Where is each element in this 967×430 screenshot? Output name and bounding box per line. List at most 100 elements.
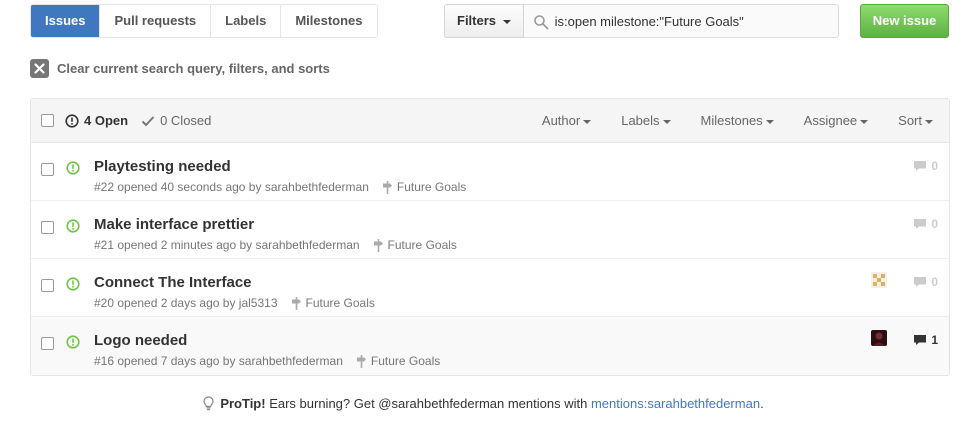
milestones-filter[interactable]: Milestones bbox=[701, 113, 774, 128]
new-issue-button[interactable]: New issue bbox=[860, 4, 949, 38]
issue-opened-info: #20 opened 2 days ago by bbox=[94, 296, 236, 310]
issue-title[interactable]: Logo needed bbox=[94, 332, 187, 349]
tab-pull-requests[interactable]: Pull requests bbox=[99, 5, 211, 37]
issue-meta: #22 opened 40 seconds ago by sarahbethfe… bbox=[94, 180, 466, 194]
issue-comments[interactable]: 1 bbox=[913, 333, 938, 347]
issue-comments[interactable]: 0 bbox=[913, 159, 938, 173]
comment-count: 0 bbox=[931, 159, 938, 173]
tab-milestones[interactable]: Milestones bbox=[280, 5, 377, 37]
assignee-filter[interactable]: Assignee bbox=[803, 113, 869, 128]
issue-milestone-link[interactable]: Future Goals bbox=[356, 354, 441, 368]
issue-opened-icon bbox=[65, 113, 79, 128]
issue-opened-icon bbox=[66, 161, 80, 175]
light-bulb-icon bbox=[203, 396, 214, 411]
issue-checkbox[interactable] bbox=[41, 221, 54, 234]
sort-menu[interactable]: Sort bbox=[898, 113, 933, 128]
issue-meta: #21 opened 2 minutes ago by sarahbethfed… bbox=[94, 238, 457, 252]
issue-milestone-label: Future Goals bbox=[370, 354, 441, 368]
issue-title[interactable]: Connect The Interface bbox=[94, 274, 252, 291]
issue-row: Logo needed #16 opened 7 days ago by sar… bbox=[31, 317, 949, 375]
table-header: 4 Open 0 Closed Author Labels Milestones… bbox=[31, 99, 949, 143]
chevron-down-icon bbox=[860, 119, 869, 124]
mentions-link[interactable]: mentions:sarahbethfederman bbox=[591, 396, 760, 411]
chevron-down-icon bbox=[765, 119, 774, 124]
issue-author-link[interactable]: sarahbethfederman bbox=[255, 238, 359, 252]
issue-opened-info: #16 opened 7 days ago by bbox=[94, 354, 236, 368]
milestones-filter-label: Milestones bbox=[700, 113, 763, 128]
author-filter[interactable]: Author bbox=[541, 113, 592, 128]
issue-author-link[interactable]: sarahbethfederman bbox=[239, 354, 343, 368]
assignee-avatar[interactable] bbox=[871, 330, 887, 346]
tab-issues[interactable]: Issues bbox=[31, 5, 100, 37]
issue-opened-icon bbox=[66, 335, 80, 349]
issue-milestone-link[interactable]: Future Goals bbox=[373, 238, 457, 252]
milestone-icon bbox=[291, 296, 301, 310]
issue-checkbox[interactable] bbox=[41, 279, 54, 292]
search-input[interactable] bbox=[523, 5, 838, 37]
tab-labels[interactable]: Labels bbox=[210, 5, 281, 37]
search-box bbox=[523, 4, 839, 38]
issues-table: 4 Open 0 Closed Author Labels Milestones… bbox=[30, 98, 950, 376]
labels-filter[interactable]: Labels bbox=[621, 113, 671, 128]
filter-menus: Author Labels Milestones Assignee Sort bbox=[512, 113, 933, 128]
issue-comments[interactable]: 0 bbox=[913, 217, 938, 231]
comment-icon bbox=[914, 161, 927, 171]
comment-icon bbox=[914, 277, 927, 287]
filters-label: Filters bbox=[457, 13, 497, 28]
search-group: Filters bbox=[444, 4, 839, 38]
issue-opened-icon bbox=[66, 219, 80, 233]
issue-opened-info: #22 opened 40 seconds ago by bbox=[94, 180, 262, 194]
issue-row: Playtesting needed #22 opened 40 seconds… bbox=[31, 143, 949, 201]
comment-count: 0 bbox=[931, 217, 938, 231]
issue-comments[interactable]: 0 bbox=[913, 275, 938, 289]
issue-title[interactable]: Make interface prettier bbox=[94, 216, 254, 233]
chevron-down-icon bbox=[583, 119, 592, 124]
closed-issues-toggle[interactable]: 0 Closed bbox=[141, 113, 211, 128]
issue-meta: #20 opened 2 days ago by jal5313 Future … bbox=[94, 296, 375, 310]
chevron-down-icon bbox=[502, 19, 511, 24]
labels-filter-label: Labels bbox=[621, 113, 660, 128]
issue-milestone-label: Future Goals bbox=[305, 296, 375, 310]
issue-milestone-link[interactable]: Future Goals bbox=[382, 180, 466, 194]
issue-milestone-link[interactable]: Future Goals bbox=[291, 296, 375, 310]
issue-row: Make interface prettier #21 opened 2 min… bbox=[31, 201, 949, 259]
select-all-checkbox[interactable] bbox=[41, 114, 54, 127]
milestone-icon bbox=[373, 238, 383, 252]
chevron-down-icon bbox=[662, 119, 671, 124]
clear-query-label: Clear current search query, filters, and… bbox=[57, 60, 330, 76]
issue-author-link[interactable]: sarahbethfederman bbox=[265, 180, 369, 194]
milestone-icon bbox=[356, 354, 366, 368]
issue-title[interactable]: Playtesting needed bbox=[94, 158, 231, 175]
assignee-filter-label: Assignee bbox=[803, 113, 858, 128]
issue-meta: #16 opened 7 days ago by sarahbethfederm… bbox=[94, 354, 440, 368]
search-icon bbox=[533, 15, 549, 30]
protip-end: . bbox=[760, 396, 764, 411]
issue-author-link[interactable]: jal5313 bbox=[239, 296, 278, 310]
closed-count: 0 Closed bbox=[160, 113, 212, 128]
sort-menu-label: Sort bbox=[898, 113, 922, 128]
issue-opened-icon bbox=[66, 277, 80, 291]
check-icon bbox=[141, 115, 155, 126]
comment-count: 1 bbox=[931, 333, 938, 347]
issue-checkbox[interactable] bbox=[41, 163, 54, 176]
close-icon bbox=[30, 58, 49, 78]
assignee-avatar[interactable] bbox=[871, 272, 887, 288]
comment-count: 0 bbox=[931, 275, 938, 289]
protip: ProTip! Ears burning? Get @sarahbethfede… bbox=[0, 396, 967, 411]
protip-lead: ProTip! bbox=[220, 396, 266, 411]
issue-milestone-label: Future Goals bbox=[387, 238, 457, 252]
issue-checkbox[interactable] bbox=[41, 337, 54, 350]
comment-icon bbox=[914, 335, 927, 345]
state-toggles: 4 Open 0 Closed bbox=[65, 113, 224, 128]
clear-query-link[interactable]: Clear current search query, filters, and… bbox=[30, 58, 330, 78]
milestone-icon bbox=[382, 180, 392, 194]
filters-button[interactable]: Filters bbox=[444, 4, 524, 38]
chevron-down-icon bbox=[925, 119, 933, 124]
comment-icon bbox=[914, 219, 927, 229]
author-filter-label: Author bbox=[541, 113, 581, 128]
issue-row: Connect The Interface #20 opened 2 days … bbox=[31, 259, 949, 317]
protip-text: Ears burning? Get @sarahbethfederman men… bbox=[265, 396, 591, 411]
open-issues-toggle[interactable]: 4 Open bbox=[65, 113, 128, 128]
open-count: 4 Open bbox=[84, 113, 129, 128]
issue-opened-info: #21 opened 2 minutes ago by bbox=[94, 238, 253, 252]
